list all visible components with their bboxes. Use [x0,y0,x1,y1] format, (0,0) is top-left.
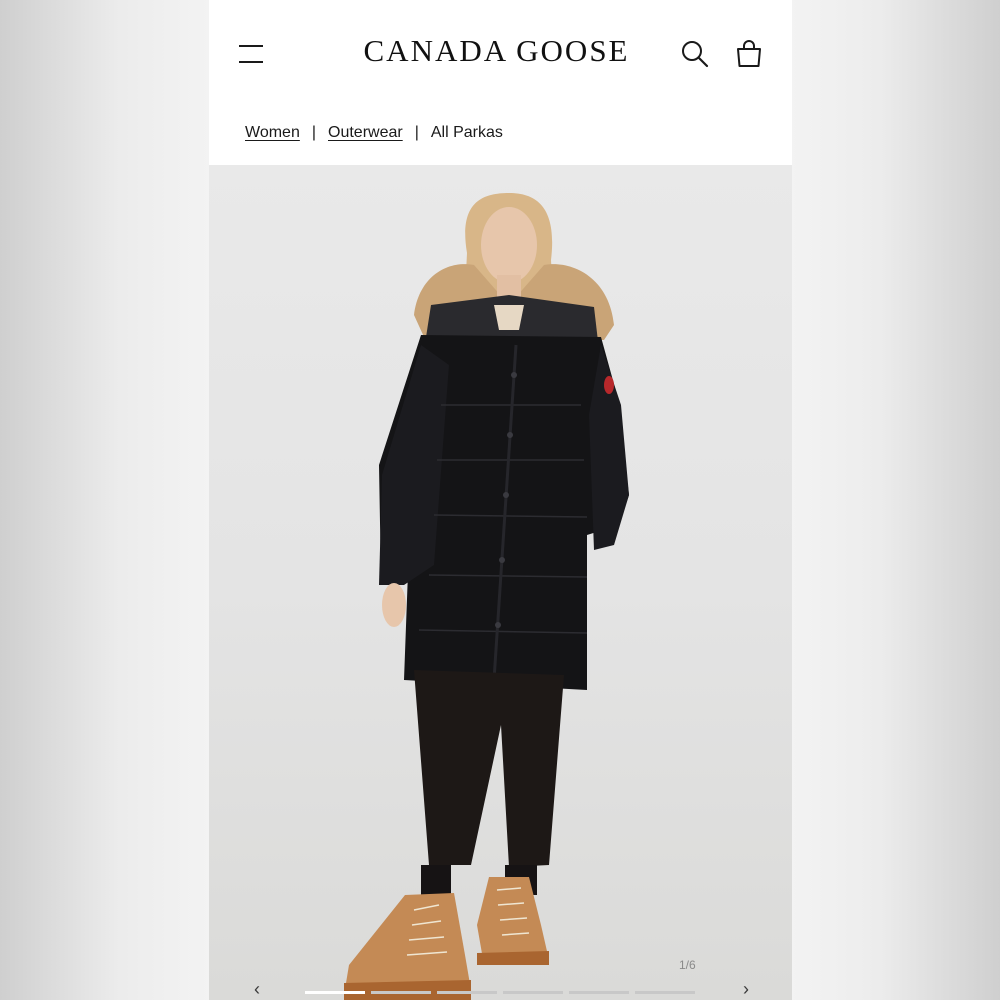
model-boot-left [344,893,471,995]
gallery-progress-segment[interactable] [305,991,365,994]
product-photo [344,193,629,1000]
previous-image-button[interactable]: ‹ [247,979,267,999]
breadcrumb-link-women[interactable]: Women [245,124,300,142]
gallery-progress-segment[interactable] [371,991,431,994]
search-button[interactable] [679,38,711,70]
hamburger-menu-icon-line [239,61,263,63]
arctic-program-badge [604,376,614,394]
shopping-bag-icon [737,40,761,67]
hamburger-menu-icon [239,45,263,47]
product-image-gallery[interactable]: 1/6 ‹ › [209,165,792,1000]
search-icon [682,41,709,68]
next-image-button[interactable]: › [736,979,756,999]
model-trousers [414,670,564,867]
gallery-progress-segment[interactable] [503,991,563,994]
gallery-progress [305,991,695,994]
site-header: CANADA GOOSE Women | Outerwear | All Par… [209,0,792,165]
model-face [481,207,537,283]
brand-logo[interactable]: CANADA GOOSE [349,33,644,69]
chevron-right-icon: › [743,979,749,999]
image-counter: 1/6 [679,958,696,972]
gallery-progress-segment[interactable] [569,991,629,994]
breadcrumb-separator: | [311,124,316,141]
sweater-collar [494,305,524,330]
model-left-hand [382,583,406,627]
breadcrumb-separator: | [414,124,419,141]
gallery-progress-segment[interactable] [437,991,497,994]
breadcrumb-current: All Parkas [430,124,503,141]
breadcrumb-link-outerwear[interactable]: Outerwear [328,124,403,142]
cart-button[interactable] [733,38,765,70]
gallery-progress-segment[interactable] [635,991,695,994]
breadcrumb: Women | Outerwear | All Parkas [245,124,503,142]
menu-button[interactable] [237,40,267,66]
product-page: CANADA GOOSE Women | Outerwear | All Par… [209,0,792,1000]
chevron-left-icon: ‹ [254,979,260,999]
